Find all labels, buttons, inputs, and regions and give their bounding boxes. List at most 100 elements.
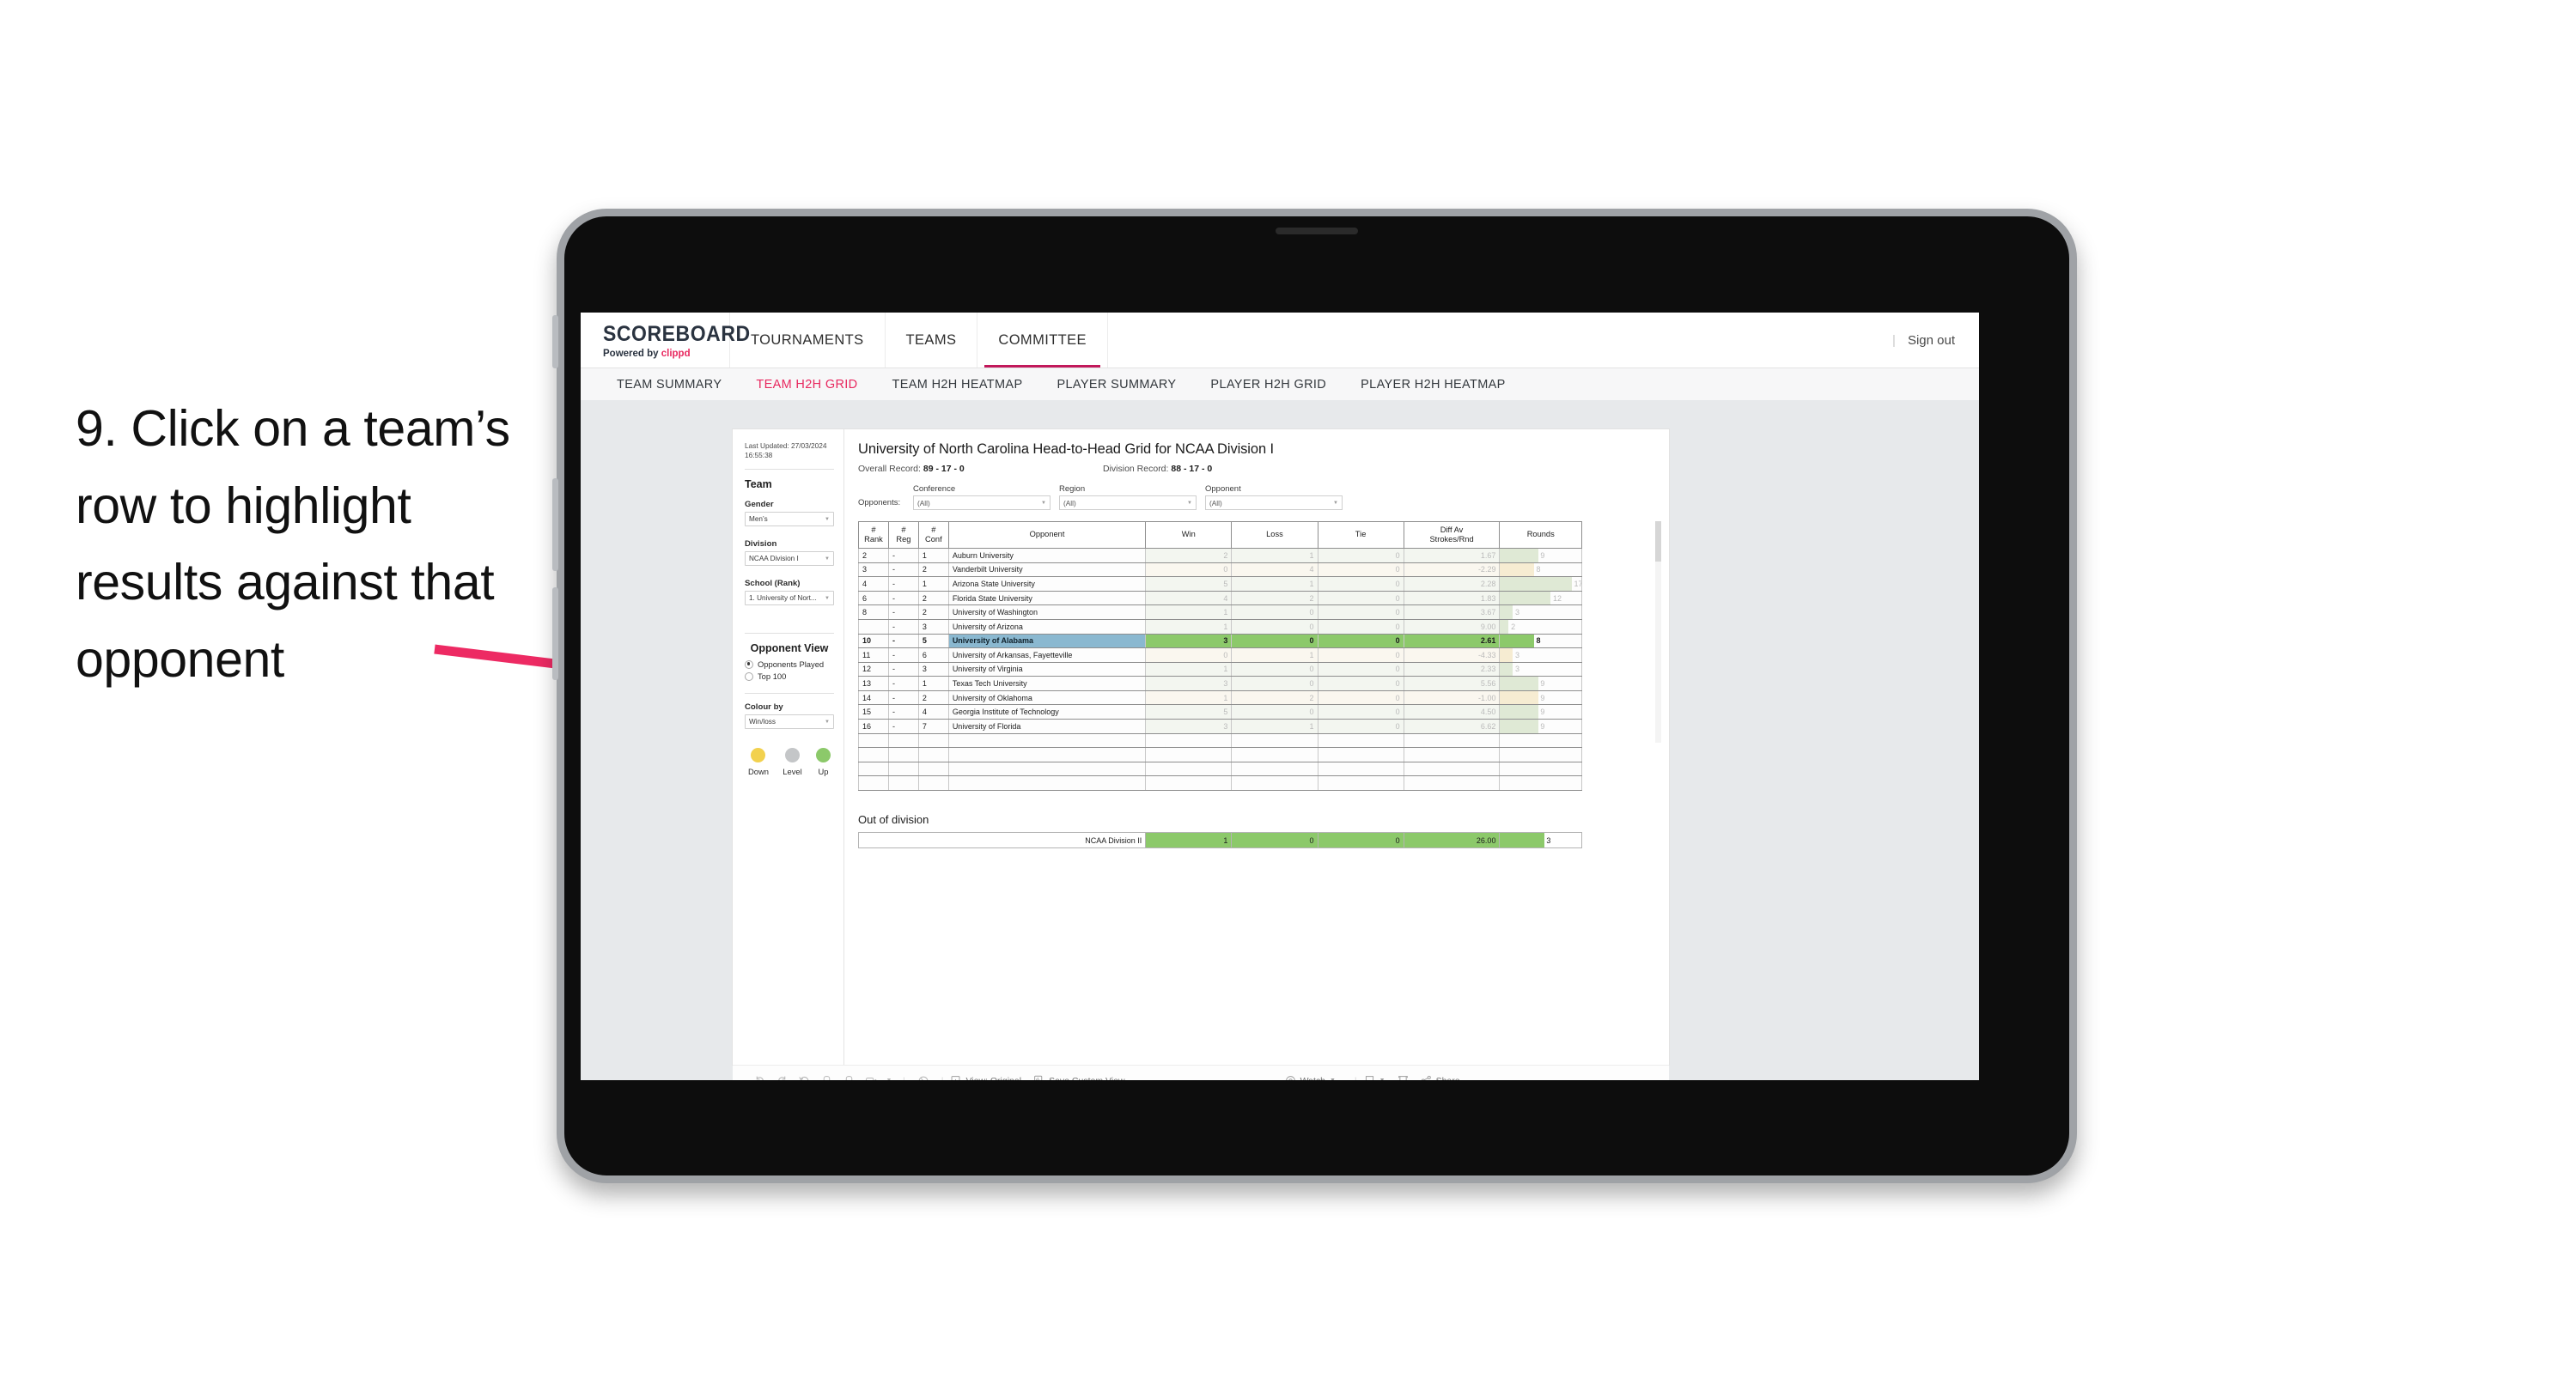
- cell-empty: [858, 761, 889, 777]
- legend-item-up: Up: [815, 748, 831, 776]
- tab-player-h2h-grid[interactable]: PLAYER H2H GRID: [1193, 378, 1343, 392]
- cell-empty: [1145, 732, 1233, 749]
- cell-empty: [1145, 775, 1233, 792]
- tab-team-h2h-grid[interactable]: TEAM H2H GRID: [739, 378, 874, 392]
- gender-value: Men’s: [749, 515, 768, 524]
- cell-conf: 6: [917, 647, 949, 663]
- tab-player-summary[interactable]: PLAYER SUMMARY: [1039, 378, 1193, 392]
- table-row[interactable]: 14-2 University of Oklahoma 1 2 0 -1.00 9: [858, 689, 1582, 706]
- cell-loss: 0: [1231, 604, 1318, 620]
- table-row[interactable]: NCAA Division II 1 0 0 26.00 3: [857, 832, 1582, 849]
- table-row[interactable]: 16-7 University of Florida 3 1 0 6.62 9: [858, 719, 1582, 734]
- instruction-caption: 9. Click on a team’s row to highlight re…: [76, 400, 510, 689]
- region-select[interactable]: (All) ▼: [1059, 495, 1197, 510]
- cell-opponent: University of Oklahoma: [947, 689, 1147, 706]
- refresh-icon[interactable]: [815, 1075, 837, 1080]
- division-select[interactable]: NCAA Division I ▼: [745, 551, 834, 567]
- table-row[interactable]: 4-1 Arizona State University 5 1 0 2.28 17: [858, 576, 1582, 592]
- nav-item-committee[interactable]: COMMITTEE: [977, 313, 1108, 368]
- radio-label: Opponents Played: [758, 659, 825, 670]
- rounds-bar: [1500, 663, 1513, 676]
- pause-refresh-icon[interactable]: [837, 1075, 860, 1080]
- legend-label-level: Level: [783, 767, 802, 777]
- tab-team-summary[interactable]: TEAM SUMMARY: [600, 378, 739, 392]
- download-button[interactable]: ▼: [1364, 1075, 1385, 1080]
- fullscreen-button[interactable]: [1398, 1075, 1409, 1080]
- sign-out-button[interactable]: Sign out: [1908, 333, 1955, 348]
- share-button[interactable]: Share: [1421, 1075, 1460, 1080]
- divider: [745, 469, 834, 471]
- view-original-button[interactable]: View: Original: [950, 1075, 1021, 1080]
- legend-item-down: Down: [748, 748, 769, 776]
- cell-tie: 0: [1317, 647, 1404, 663]
- redo-icon[interactable]: [770, 1075, 793, 1080]
- cell-rank: 6: [858, 590, 889, 606]
- cell-empty: [1499, 775, 1582, 792]
- nav-item-tournaments[interactable]: TOURNAMENTS: [730, 313, 886, 368]
- cell-loss: 0: [1231, 704, 1318, 720]
- tab-team-h2h-heatmap[interactable]: TEAM H2H HEATMAP: [875, 378, 1040, 392]
- table-row[interactable]: 3-2 Vanderbilt University 0 4 0 -2.29 8: [858, 562, 1582, 578]
- cell-diff: 2.61: [1403, 633, 1501, 649]
- table-row[interactable]: -3 University of Arizona 1 0 0 9.00 2: [858, 618, 1582, 635]
- col-rank-line2: Rank: [864, 534, 883, 544]
- radio-top-100[interactable]: Top 100: [745, 671, 834, 681]
- gender-label: Gender: [745, 500, 774, 510]
- rounds-bar: [1500, 592, 1551, 604]
- legend-swatch-down: [751, 748, 766, 763]
- undo-icon[interactable]: [748, 1075, 770, 1080]
- conference-select[interactable]: (All) ▼: [913, 495, 1050, 510]
- colour-by-select[interactable]: Win/loss ▼: [745, 714, 834, 730]
- nav-item-teams[interactable]: TEAMS: [886, 313, 978, 368]
- logo-tagline: Powered by clippd: [603, 349, 729, 359]
- account-area: | Sign out: [1892, 313, 1979, 368]
- table-row[interactable]: 2-1 Auburn University 2 1 0 1.67 9: [858, 547, 1582, 563]
- table-row[interactable]: 15-4 Georgia Institute of Technology 5 0 0 4.…: [858, 704, 1582, 720]
- cell-reg: -: [887, 590, 919, 606]
- cell-diff: 2.28: [1403, 576, 1501, 592]
- rounds-bar: [1500, 833, 1545, 848]
- table-row[interactable]: 10-5 University of Alabama 3 0 0 2.61 8: [858, 633, 1582, 649]
- gender-select[interactable]: Men’s ▼: [745, 512, 834, 527]
- opponent-select[interactable]: (All) ▼: [1205, 495, 1343, 510]
- table-row[interactable]: 13-1 Texas Tech University 3 0 0 5.56 9: [858, 676, 1582, 691]
- watch-button[interactable]: Watch ▼: [1285, 1075, 1336, 1080]
- cell-diff: 5.56: [1403, 676, 1501, 691]
- col-conf-line1: #: [931, 525, 936, 534]
- cell-opponent: Arizona State University: [947, 576, 1147, 592]
- grid-scrollbar-thumb[interactable]: [1655, 521, 1661, 562]
- cell-empty: [1231, 747, 1318, 762]
- rounds-bar: [1500, 620, 1509, 634]
- device-power-button[interactable]: [552, 315, 558, 368]
- pause-auto-update-icon[interactable]: [912, 1075, 935, 1080]
- chevron-down-icon: ▼: [1333, 500, 1338, 506]
- cell-win: 0: [1145, 562, 1233, 578]
- table-row[interactable]: 12-3 University of Virginia 1 0 0 2.33 3: [858, 661, 1582, 677]
- revert-icon[interactable]: [793, 1075, 815, 1080]
- table-row[interactable]: 11-6 University of Arkansas, Fayetteville…: [858, 647, 1582, 663]
- table-row[interactable]: 8-2 University of Washington 1 0 0 3.67 3: [858, 604, 1582, 620]
- tab-player-h2h-heatmap[interactable]: PLAYER H2H HEATMAP: [1343, 378, 1523, 392]
- dashboard-area: Last Updated: 27/03/2024 16:55:38 Team G…: [581, 400, 1979, 1080]
- radio-opponents-played[interactable]: Opponents Played: [745, 659, 834, 669]
- cell-loss: 0: [1231, 633, 1318, 649]
- cell-rounds: 3: [1499, 604, 1582, 620]
- last-updated-text: Last Updated: 27/03/2024 16:55:38: [745, 441, 827, 460]
- ood-rounds-value: 3: [1546, 835, 1551, 845]
- chevron-down-icon: ▼: [825, 556, 830, 562]
- save-custom-view-button[interactable]: Save Custom View: [1033, 1075, 1125, 1080]
- device-volume-up-button[interactable]: [552, 478, 558, 571]
- rounds-bar: [1500, 634, 1534, 647]
- cell-diff: -4.33: [1403, 647, 1501, 663]
- clear-sheet-icon[interactable]: [860, 1075, 882, 1080]
- rounds-value: 3: [1514, 665, 1519, 674]
- cell-win: 1: [1145, 661, 1233, 677]
- school-rank-select[interactable]: 1. University of Nort... ▼: [745, 591, 834, 606]
- device-volume-down-button[interactable]: [552, 587, 558, 680]
- cell-win: 3: [1145, 633, 1233, 649]
- table-row[interactable]: 6-2 Florida State University 4 2 0 1.83 12: [858, 590, 1582, 606]
- app-logo[interactable]: SCOREBOARD Powered by clippd: [581, 313, 750, 368]
- h2h-grid-table: # Rank # Reg # Conf Opponent Win Loss Tie D…: [858, 521, 1582, 792]
- fullscreen-icon: [1398, 1076, 1408, 1080]
- clear-dropdown-caret-icon[interactable]: ▼: [882, 1078, 896, 1080]
